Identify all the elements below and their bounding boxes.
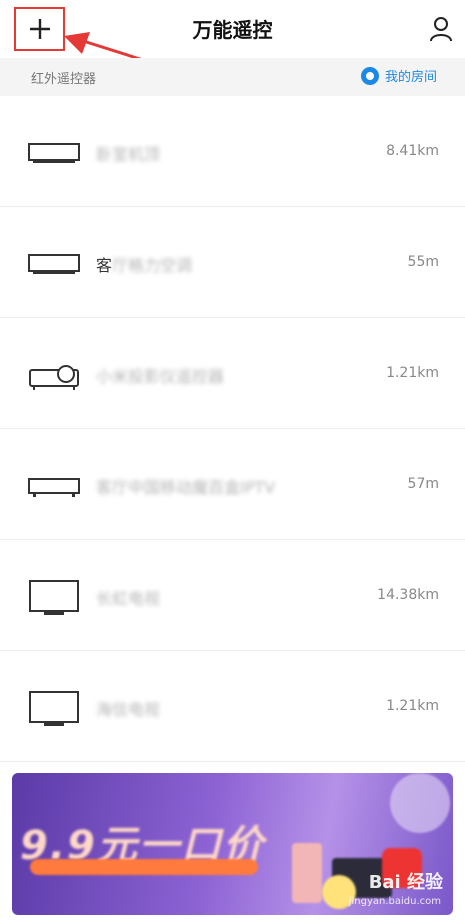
device-name: 客厅中国移动魔百盒IPTV bbox=[96, 478, 276, 497]
device-distance: 8.41km bbox=[386, 143, 439, 159]
settop-box-icon bbox=[28, 254, 80, 274]
device-name: 卧室机顶 bbox=[96, 145, 161, 164]
device-name: 海信电视 bbox=[96, 700, 161, 719]
section-header: 红外遥控器 我的房间 bbox=[0, 58, 465, 96]
device-name: 小米投影仪遥控器 bbox=[96, 367, 225, 386]
watermark-url: jingyan.baidu.com bbox=[348, 896, 441, 907]
device-name: 长虹电视 bbox=[96, 589, 161, 608]
promo-banner[interactable]: 9.9元一口价 Bai 经验 jingyan.baidu.com bbox=[12, 773, 453, 915]
list-item[interactable]: 客厅格力空调 55m bbox=[0, 207, 465, 318]
settop-box-icon bbox=[28, 143, 80, 163]
page-title: 万能遥控 bbox=[192, 18, 273, 42]
settop-box-icon bbox=[28, 478, 80, 497]
watermark-logo: Bai 经验 bbox=[368, 872, 443, 893]
device-distance: 55m bbox=[407, 254, 439, 270]
projector-icon bbox=[29, 365, 79, 390]
banner-strip bbox=[30, 859, 258, 875]
device-name: 客厅格力空调 bbox=[96, 256, 193, 275]
my-room-label: 我的房间 bbox=[384, 70, 437, 85]
room-icon bbox=[360, 66, 379, 85]
list-item[interactable]: 卧室机顶 8.41km bbox=[0, 96, 465, 207]
list-item[interactable]: 客厅中国移动魔百盒IPTV 57m bbox=[0, 429, 465, 540]
list-item[interactable]: 长虹电视 14.38km bbox=[0, 540, 465, 651]
section-label: 红外遥控器 bbox=[31, 72, 97, 87]
list-item[interactable]: 海信电视 1.21km bbox=[0, 651, 465, 762]
device-distance: 57m bbox=[407, 476, 439, 492]
list-item[interactable]: 小米投影仪遥控器 1.21km bbox=[0, 318, 465, 429]
device-distance: 14.38km bbox=[377, 587, 439, 603]
remote-list: 卧室机顶 8.41km 客厅格力空调 55m 小米投影仪遥控器 1.21km 客… bbox=[0, 96, 465, 762]
device-distance: 1.21km bbox=[386, 698, 439, 714]
device-distance: 1.21km bbox=[386, 365, 439, 381]
tv-icon bbox=[29, 580, 79, 615]
tv-icon bbox=[29, 691, 79, 726]
my-room-link[interactable]: 我的房间 bbox=[360, 66, 437, 85]
top-bar: 万能遥控 bbox=[0, 0, 465, 58]
banner-decoration bbox=[390, 773, 450, 833]
banner-decoration bbox=[292, 843, 322, 903]
user-icon[interactable] bbox=[429, 16, 453, 42]
